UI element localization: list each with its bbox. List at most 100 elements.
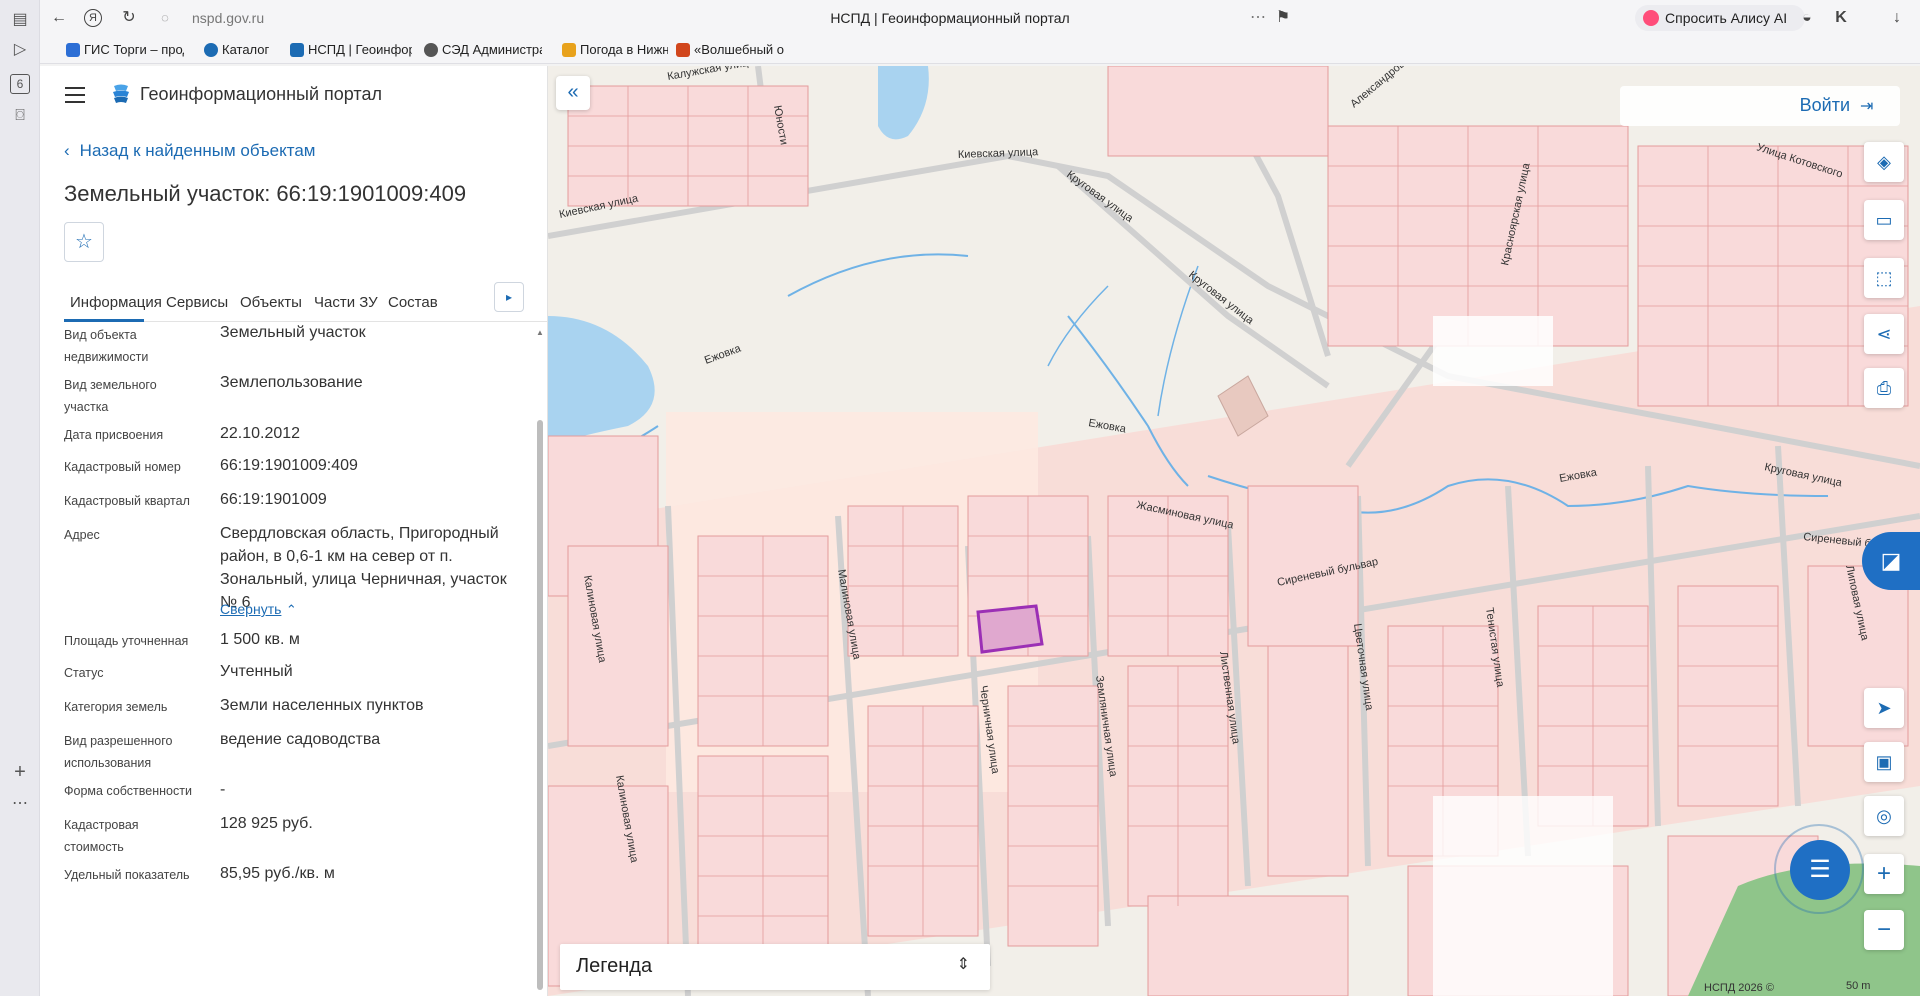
browser-side-rail: ▤ ▷ 6 ⌼ + ⋯ xyxy=(0,0,40,996)
more-dots-icon[interactable]: ⋯ xyxy=(1247,7,1269,29)
locate-button[interactable]: ➤ xyxy=(1864,688,1904,728)
alice-label: Спросить Алису AI xyxy=(1665,10,1788,26)
portal-logo-icon xyxy=(113,84,129,103)
chevron-left-icon: ‹ xyxy=(64,141,70,160)
browser-toolbar: ← Я ↻ ◌ nspd.gov.ru НСПД | Геоинформацио… xyxy=(40,0,1920,36)
navigation-arrow-icon: ➤ xyxy=(1876,698,1892,718)
shield-icon[interactable]: ◌ xyxy=(154,7,176,29)
minimap-icon: ▣ xyxy=(1875,752,1893,772)
property-value: 66:19:1901009:409 xyxy=(220,457,358,474)
tab-composition[interactable]: Состав xyxy=(388,284,438,322)
property-label: Вид земельного участка xyxy=(64,378,157,414)
print-button[interactable]: ⎙ xyxy=(1864,368,1904,408)
bookmark-favicon xyxy=(676,43,690,57)
panel-scrollbar[interactable]: ▲ xyxy=(536,328,544,996)
property-value: Земельный участок xyxy=(220,324,366,341)
property-label: Статус xyxy=(64,666,104,680)
map-svg[interactable]: Калужская улица Юности Киевская улица Ки… xyxy=(548,66,1920,996)
reload-icon[interactable]: ↻ xyxy=(118,7,140,29)
collapse-link[interactable]: Свернуть ⌃ xyxy=(220,598,520,621)
double-chevron-left-icon: « xyxy=(567,81,579,103)
ask-alice-button[interactable]: Спросить Алису AI xyxy=(1635,5,1805,31)
back-arrow-icon[interactable]: ← xyxy=(48,7,70,29)
chevron-updown-icon: ⇕ xyxy=(956,956,970,973)
menu-icon[interactable] xyxy=(65,87,85,103)
bookmark-favicon xyxy=(424,43,438,57)
portal-title: Геоинформационный портал xyxy=(140,84,382,104)
profile-icon[interactable]: ◒ xyxy=(1796,7,1818,29)
property-label: Адрес xyxy=(64,528,100,542)
bookmark-nspd[interactable]: НСПД | Геоинфор xyxy=(290,41,412,59)
property-label: Вид объекта недвижимости xyxy=(64,328,149,364)
tab-services[interactable]: Сервисы xyxy=(166,284,228,322)
zoom-out-button[interactable]: − xyxy=(1864,910,1904,950)
map-scale: 50 m xyxy=(1846,980,1871,992)
favorite-star-button[interactable]: ☆ xyxy=(64,222,104,262)
back-to-results-link[interactable]: ‹ Назад к найденным объектам xyxy=(64,140,315,162)
alice-icon xyxy=(1643,10,1659,26)
tabs-icon[interactable]: ▤ xyxy=(10,10,30,30)
extension-icon[interactable]: K xyxy=(1830,7,1852,29)
selected-parcel[interactable] xyxy=(976,604,1044,654)
legend-toggle[interactable]: Легенда ⇕ xyxy=(560,944,990,990)
assistant-icon: ◪ xyxy=(1880,548,1902,573)
bookmark-favicon xyxy=(562,43,576,57)
bookmark-sed[interactable]: СЭД Администра xyxy=(424,41,542,59)
scroll-thumb[interactable] xyxy=(537,420,543,990)
minimap-button[interactable]: ▣ xyxy=(1864,742,1904,782)
tab-information[interactable]: Информация xyxy=(64,284,162,322)
collapse-panel-button[interactable]: « xyxy=(556,76,590,110)
ruler-icon: ▭ xyxy=(1875,210,1893,230)
tabs-scroll-right-button[interactable]: ▸ xyxy=(494,282,524,312)
layers-button[interactable]: ◈ xyxy=(1864,142,1904,182)
zoom-in-button[interactable]: + xyxy=(1864,854,1904,894)
bookmark-icon[interactable]: ⚑ xyxy=(1272,7,1294,29)
chat-icon: ☰ xyxy=(1790,840,1850,900)
login-button[interactable]: Войти ⇥ xyxy=(1620,86,1900,126)
bookmark-volshebny[interactable]: «Волшебный остр xyxy=(676,41,784,59)
property-label: Площадь уточненная xyxy=(64,634,189,648)
chat-button[interactable]: ☰ xyxy=(1774,824,1864,914)
location-search-icon: ◎ xyxy=(1876,806,1892,826)
tab-count-badge[interactable]: 6 xyxy=(10,74,30,94)
info-tabs: Информация Сервисы Объекты Части ЗУ Сост… xyxy=(64,284,547,322)
unmapped-block xyxy=(1433,316,1553,386)
play-icon[interactable]: ▷ xyxy=(10,40,30,60)
property-value: 22.10.2012 xyxy=(220,425,301,442)
camera-icon[interactable]: ⌼ xyxy=(10,106,30,126)
download-icon[interactable]: ↓ xyxy=(1886,7,1908,29)
bookmark-gis-torgi[interactable]: ГИС Торги – прод xyxy=(66,41,184,59)
select-area-button[interactable]: ⬚ xyxy=(1864,258,1904,298)
ruler-button[interactable]: ▭ xyxy=(1864,200,1904,240)
bookmark-katalog[interactable]: Каталог xyxy=(204,41,276,59)
share-button[interactable]: ⋖ xyxy=(1864,314,1904,354)
property-value: 1 500 кв. м xyxy=(220,631,300,648)
address-bar[interactable]: nspd.gov.ru xyxy=(192,4,312,32)
property-label: Кадастровый квартал xyxy=(64,494,190,508)
scroll-up-icon[interactable]: ▲ xyxy=(536,328,544,337)
property-value: 85,95 руб./кв. м xyxy=(220,865,335,882)
search-location-button[interactable]: ◎ xyxy=(1864,796,1904,836)
add-icon[interactable]: + xyxy=(10,762,30,782)
bookmark-favicon xyxy=(204,43,218,57)
unmapped-block xyxy=(1433,796,1613,996)
plus-icon: + xyxy=(1876,860,1891,887)
back-link-label: Назад к найденным объектам xyxy=(79,141,316,160)
property-value: 66:19:1901009 xyxy=(220,491,327,508)
map-canvas[interactable]: Калужская улица Юности Киевская улица Ки… xyxy=(548,66,1920,996)
legend-label: Легенда xyxy=(576,955,653,977)
assistant-tab[interactable]: ◪ xyxy=(1862,532,1920,590)
tab-parts[interactable]: Части ЗУ xyxy=(314,284,378,322)
bookmark-favicon xyxy=(290,43,304,57)
object-title: Земельный участок: 66:19:1901009:409 xyxy=(64,181,467,206)
more-icon[interactable]: ⋯ xyxy=(10,794,30,814)
tab-objects[interactable]: Объекты xyxy=(240,284,302,322)
bookmark-weather[interactable]: Погода в Нижнем xyxy=(562,41,668,59)
layers-icon: ◈ xyxy=(1877,152,1891,172)
chevron-up-icon: ⌃ xyxy=(285,602,297,617)
object-info-panel: Геоинформационный портал ‹ Назад к найден… xyxy=(40,66,548,996)
star-icon: ☆ xyxy=(75,231,93,253)
yandex-icon[interactable]: Я xyxy=(84,9,102,27)
select-area-icon: ⬚ xyxy=(1875,268,1893,288)
page-title: НСПД | Геоинформационный портал xyxy=(830,10,1070,26)
